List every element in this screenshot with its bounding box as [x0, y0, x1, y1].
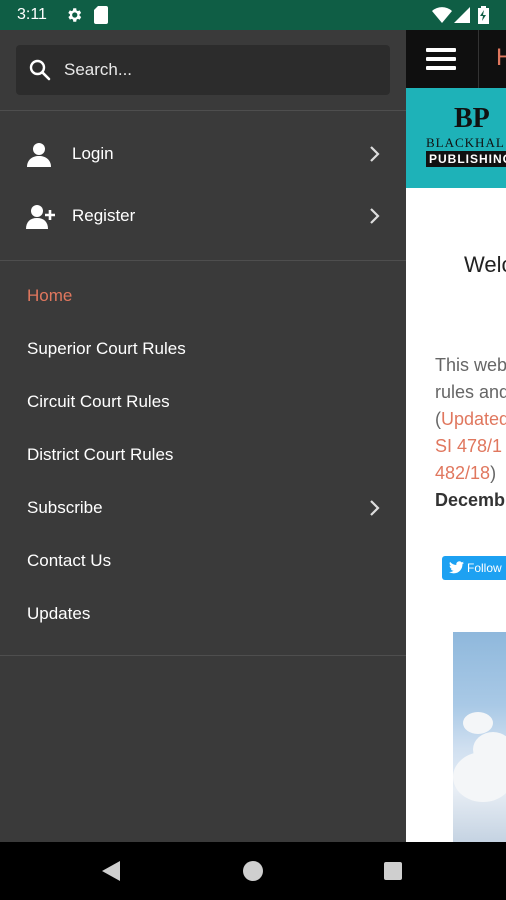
status-time: 3:11	[17, 6, 47, 23]
si-link[interactable]: SI 478/1	[435, 433, 502, 460]
home-icon[interactable]	[243, 861, 263, 881]
divider	[0, 260, 406, 261]
publisher-logo[interactable]: BP BLACKHAL PUBLISHING	[426, 103, 506, 167]
twitter-bird-icon	[449, 561, 464, 574]
paren-close: )	[490, 463, 497, 483]
follow-label: Follow	[467, 561, 502, 575]
nav-item-superior-court-rules[interactable]: Superior Court Rules	[0, 327, 406, 371]
nav-label: Subscribe	[27, 498, 103, 517]
top-app-bar: H	[406, 30, 506, 88]
nav-item-contact-us[interactable]: Contact Us	[0, 539, 406, 583]
twitter-follow-button[interactable]: Follow	[442, 556, 506, 580]
user-add-icon	[26, 205, 55, 229]
divider	[478, 30, 479, 88]
logo-line1: BLACKHAL	[426, 135, 505, 150]
page-title: H	[496, 44, 506, 71]
nav-item-updates[interactable]: Updates	[0, 592, 406, 636]
status-bar: 3:11	[0, 0, 506, 30]
divider	[0, 110, 406, 111]
nav-label: Contact Us	[27, 551, 112, 570]
signal-icon	[454, 7, 470, 23]
cloud-shape	[463, 712, 493, 734]
cloud-shape	[473, 732, 506, 767]
nav-item-district-court-rules[interactable]: District Court Rules	[0, 433, 406, 477]
intro-line: This web	[435, 355, 506, 375]
register-label: Register	[72, 206, 136, 225]
intro-line: Decemb	[435, 490, 506, 510]
header-banner: BP BLACKHAL PUBLISHING	[406, 88, 506, 188]
updated-link[interactable]: Updated	[441, 409, 506, 429]
system-nav-bar	[0, 842, 506, 900]
user-icon	[27, 143, 51, 167]
nav-label: District Court Rules	[27, 445, 174, 464]
intro-line: (Updated	[435, 406, 506, 433]
page-content: H BP BLACKHAL PUBLISHING Welc This web r…	[406, 30, 506, 842]
header-photo	[453, 632, 506, 842]
logo-line2: PUBLISHING	[426, 151, 506, 167]
back-icon[interactable]	[100, 860, 122, 882]
wifi-icon	[432, 7, 452, 23]
chevron-right-icon	[370, 146, 380, 162]
chevron-right-icon	[370, 500, 380, 516]
navigation-drawer: Search... Login Register Home Superior C…	[0, 30, 406, 842]
sd-card-icon	[94, 6, 108, 24]
login-item[interactable]: Login	[0, 129, 406, 179]
chevron-right-icon	[370, 208, 380, 224]
login-label: Login	[72, 144, 114, 163]
nav-item-home[interactable]: Home	[0, 274, 406, 318]
recents-icon[interactable]	[384, 862, 402, 880]
nav-label: Superior Court Rules	[27, 339, 186, 358]
si-link[interactable]: 482/18	[435, 463, 490, 483]
divider	[0, 655, 406, 656]
register-item[interactable]: Register	[0, 191, 406, 241]
menu-icon[interactable]	[426, 48, 456, 70]
welcome-heading: Welc	[464, 252, 506, 277]
nav-label: Updates	[27, 604, 91, 623]
search-input[interactable]: Search...	[16, 45, 390, 95]
search-placeholder: Search...	[64, 60, 133, 79]
nav-item-circuit-court-rules[interactable]: Circuit Court Rules	[0, 380, 406, 424]
battery-charging-icon	[478, 6, 489, 24]
intro-line: rules and	[435, 382, 506, 402]
nav-label: Circuit Court Rules	[27, 392, 170, 411]
intro-line: 482/18)	[435, 460, 496, 487]
nav-label: Home	[27, 286, 73, 305]
settings-gear-icon	[68, 8, 82, 22]
search-icon	[29, 59, 51, 81]
nav-item-subscribe[interactable]: Subscribe	[0, 486, 406, 530]
logo-mark: BP	[454, 103, 490, 134]
